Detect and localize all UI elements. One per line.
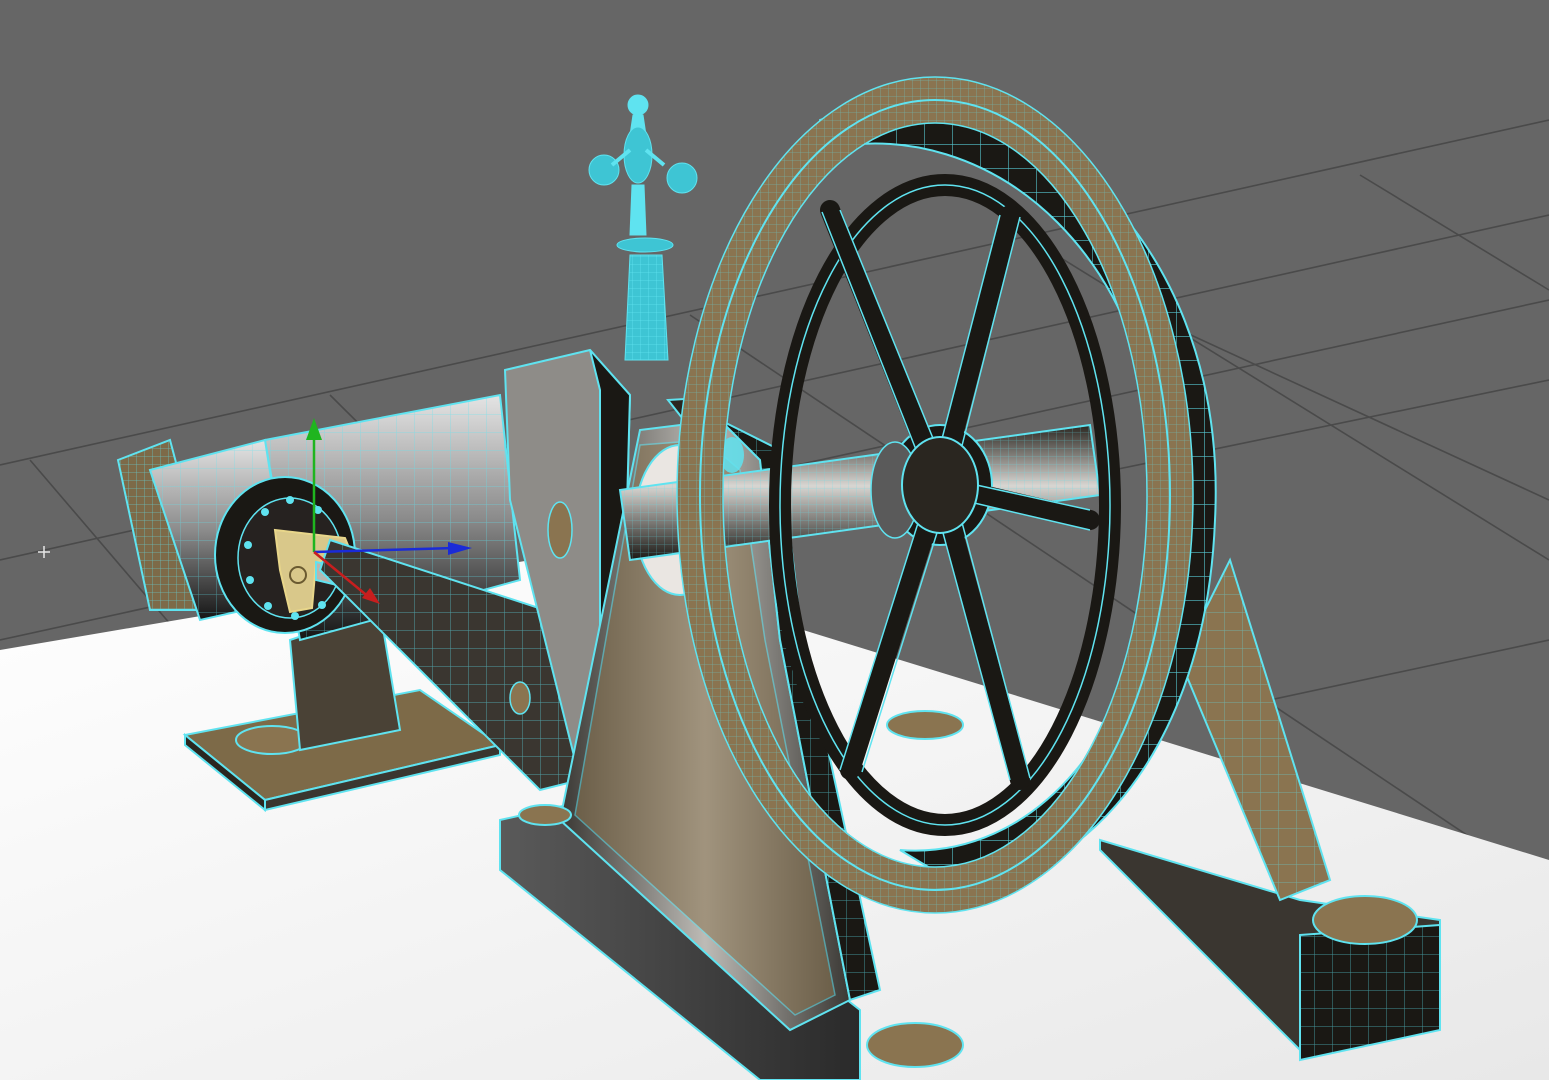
3d-viewport[interactable] — [0, 0, 1549, 1080]
viewport-scene[interactable] — [0, 0, 1549, 1080]
crosshair-icon[interactable] — [38, 546, 50, 558]
governor[interactable] — [588, 94, 698, 361]
